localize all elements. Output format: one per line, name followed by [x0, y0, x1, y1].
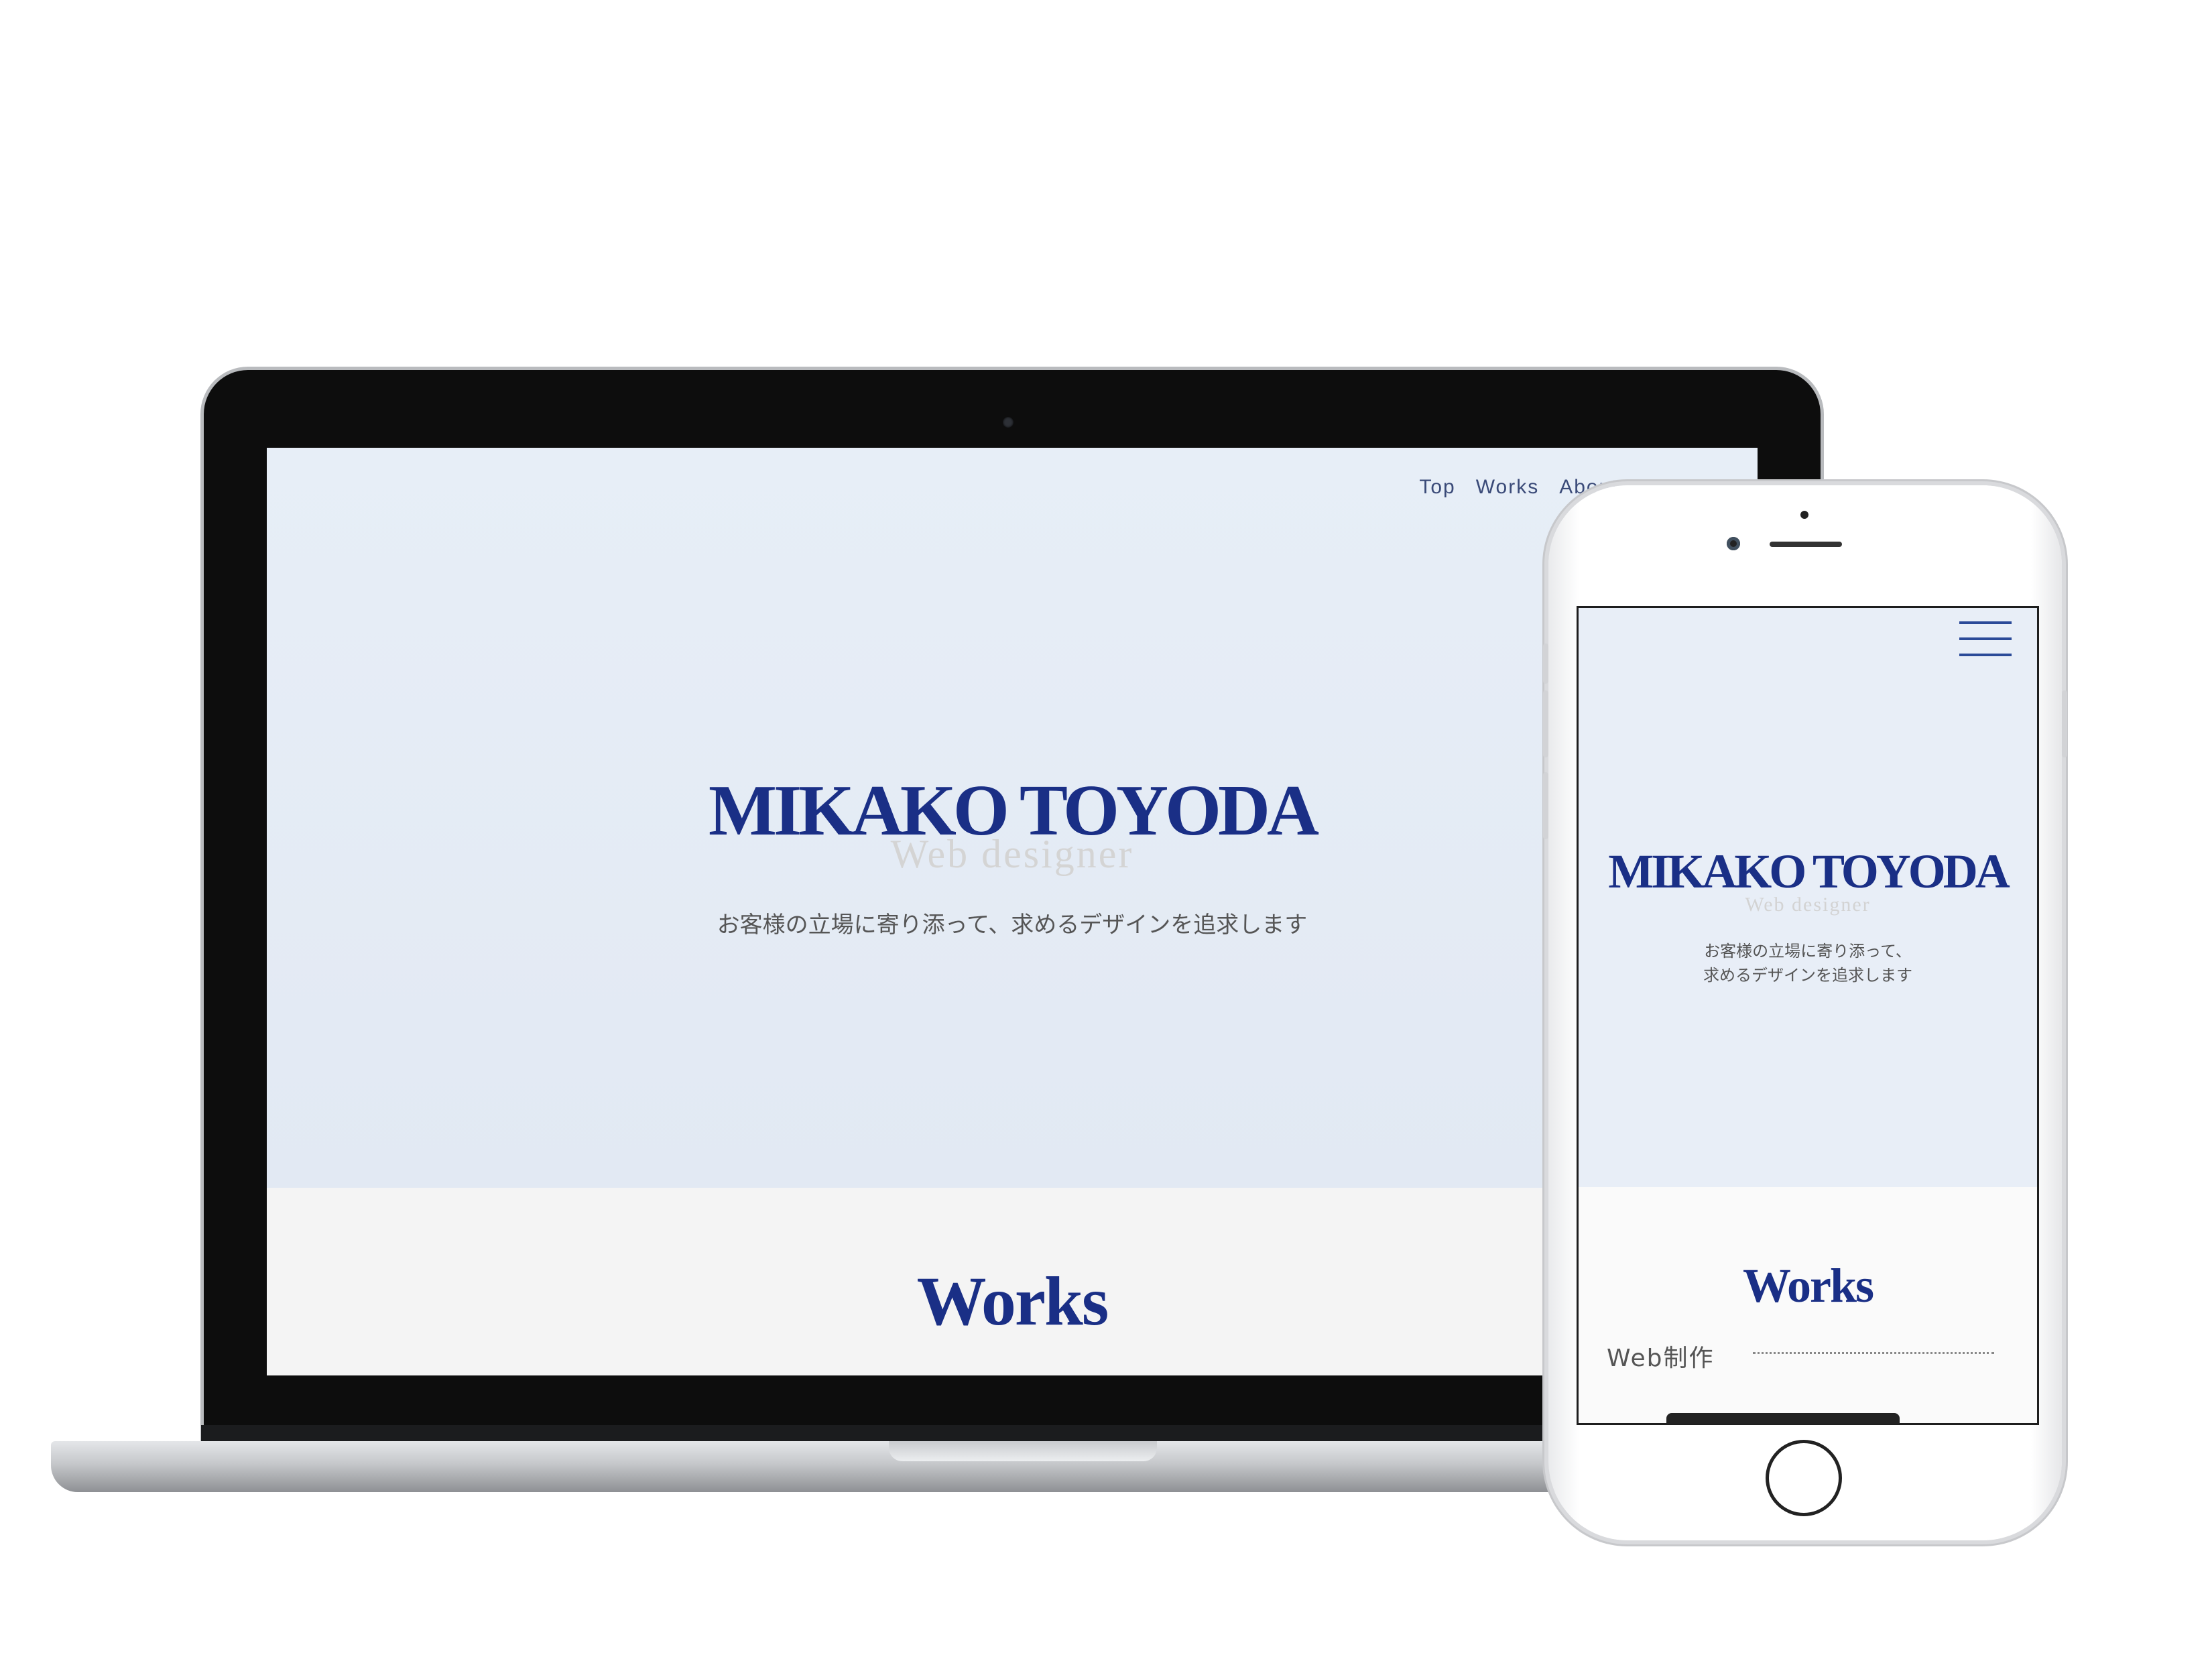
hamburger-menu-icon[interactable] — [1959, 621, 2012, 658]
phone-volume-up-button — [1543, 690, 1548, 757]
phone-bottom-bar — [1666, 1413, 1900, 1424]
phone-home-button[interactable] — [1766, 1440, 1842, 1516]
phone-volume-down-button — [1543, 772, 1548, 839]
phone-hero-section: MIKAKO TOYODA Web designer お客様の立場に寄り添って、… — [1579, 608, 2037, 1187]
phone-works-section: Works — [1579, 1187, 2037, 1423]
laptop-screen: Top Works About Contact MIKAKO TOYODA We… — [267, 448, 1758, 1375]
works-heading: Works — [916, 1263, 1109, 1340]
phone-work-item-web[interactable]: Web制作 — [1607, 1339, 1715, 1373]
phone-tagline-line-1: お客様の立場に寄り添って、 — [1704, 942, 1912, 961]
phone-hero-subtitle: Web designer — [1745, 894, 1871, 916]
phone-works-heading: Works — [1742, 1259, 1874, 1312]
phone-speaker — [1770, 542, 1842, 547]
hero-subtitle: Web designer — [890, 832, 1134, 876]
hero-tagline: お客様の立場に寄り添って、求めるデザインを追求します — [717, 912, 1308, 938]
phone-sensor-icon — [1800, 511, 1808, 519]
phone-work-item-divider — [1753, 1352, 1994, 1354]
nav-link-works[interactable]: Works — [1476, 476, 1539, 499]
hero-section: Top Works About Contact MIKAKO TOYODA We… — [267, 448, 1758, 1188]
laptop-camera-icon — [1003, 417, 1013, 428]
phone-hero-tagline: お客様の立場に寄り添って、 求めるデザインを追求します — [1579, 939, 2037, 987]
phone-power-button — [2062, 690, 2067, 757]
phone-hero-title: MIKAKO TOYODA — [1608, 845, 2010, 898]
phone-tagline-line-2: 求めるデザインを追求します — [1703, 966, 1912, 985]
works-section: Works — [267, 1188, 1758, 1375]
phone-side-button — [1543, 643, 1548, 684]
phone-screen: MIKAKO TOYODA Web designer お客様の立場に寄り添って、… — [1577, 606, 2039, 1425]
laptop-notch — [889, 1441, 1157, 1461]
phone-camera-icon — [1727, 537, 1740, 550]
nav-link-top[interactable]: Top — [1419, 476, 1455, 499]
